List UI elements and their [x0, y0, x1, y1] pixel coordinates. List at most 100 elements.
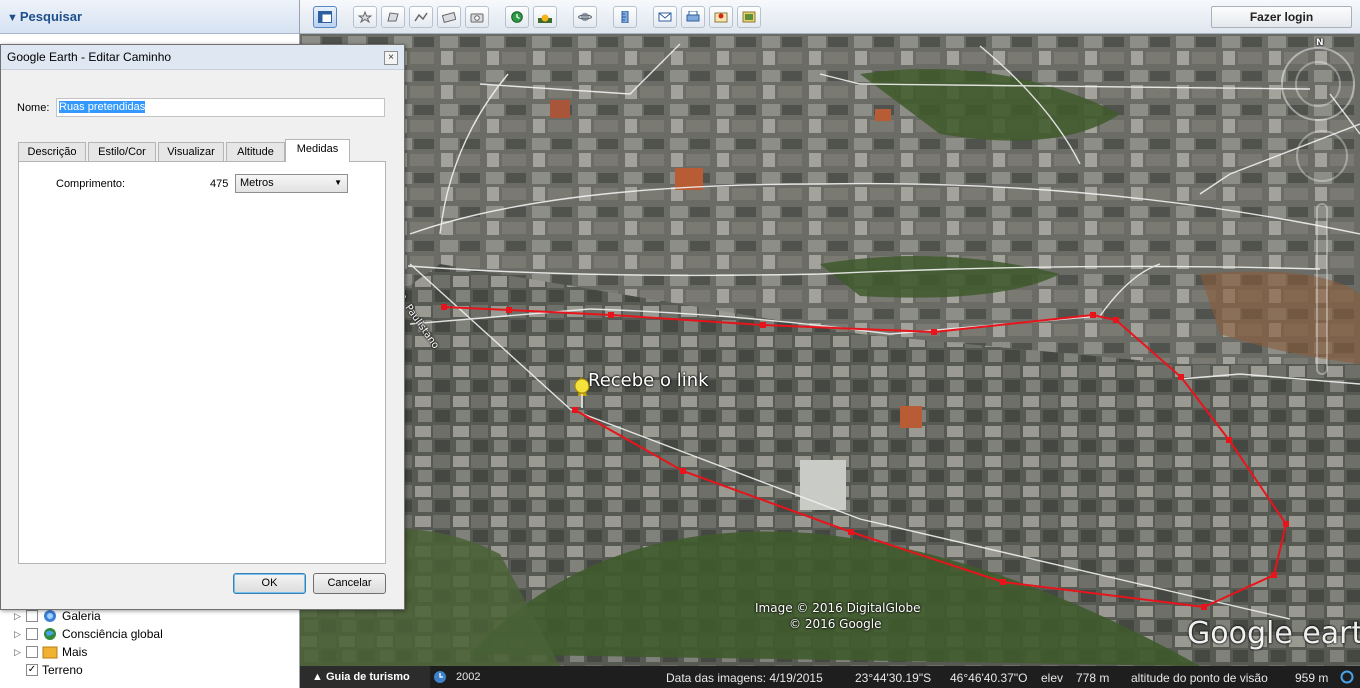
edit-path-dialog: Google Earth - Editar Caminho × Nome: Ru…	[0, 44, 405, 610]
path-vertex[interactable]	[680, 468, 686, 474]
placemark-icon	[358, 11, 372, 23]
imagery-attribution: Image © 2016 DigitalGlobe	[755, 601, 921, 615]
sun-icon	[538, 14, 552, 23]
polygon-icon	[387, 12, 399, 22]
path-vertex[interactable]	[572, 407, 578, 413]
path-vertex[interactable]	[760, 322, 766, 328]
gallery-icon	[44, 610, 56, 622]
layer-row-more[interactable]: ▷ Mais	[14, 643, 87, 661]
close-button[interactable]: ×	[384, 51, 398, 65]
elevation-label: elev	[1041, 671, 1064, 685]
tour-guide-label: Guia de turismo	[325, 671, 410, 683]
latitude: 23°44'30.19"S	[855, 671, 932, 685]
path-vertex[interactable]	[506, 307, 512, 313]
name-label: Nome:	[17, 102, 50, 114]
path-vertex[interactable]	[1178, 374, 1184, 380]
dialog-title: Google Earth - Editar Caminho	[7, 50, 172, 64]
email-button[interactable]	[653, 6, 677, 28]
expand-icon[interactable]: ▷	[14, 629, 26, 640]
expand-icon[interactable]: ▷	[14, 647, 26, 658]
printer-icon	[686, 11, 700, 22]
layer-checkbox[interactable]	[26, 628, 38, 640]
google-earth-logo: Google earth	[1187, 616, 1360, 651]
collapse-triangle-icon[interactable]: ▼	[7, 12, 18, 24]
measurements-panel: Comprimento: 475 Metros ▼	[18, 161, 386, 564]
image-date: Data das imagens: 4/19/2015	[666, 671, 823, 685]
length-value: 475	[210, 178, 229, 190]
add-image-overlay-button[interactable]	[437, 6, 461, 28]
tab-view[interactable]: Visualizar	[158, 142, 224, 161]
sidebar-toggle-button[interactable]	[313, 6, 337, 28]
path-vertex[interactable]	[441, 304, 447, 310]
tab-altitude[interactable]: Altitude	[226, 142, 285, 161]
map-view[interactable]: N Recebe o link R. Paulistano Image © 20…	[300, 34, 1360, 666]
path-vertex[interactable]	[1226, 437, 1232, 443]
login-button[interactable]: Fazer login	[1211, 6, 1352, 28]
compass-north-label: N	[1316, 38, 1324, 48]
toolbar: Fazer login	[300, 0, 1360, 34]
tab-measurements[interactable]: Medidas	[285, 139, 350, 162]
chevron-down-icon: ▼	[334, 178, 342, 187]
layer-checkbox[interactable]	[26, 610, 38, 622]
path-vertex[interactable]	[1283, 521, 1289, 527]
search-panel-header[interactable]: ▼ Pesquisar	[0, 0, 299, 34]
layer-checkbox[interactable]	[26, 646, 38, 658]
path-vertex[interactable]	[1090, 312, 1096, 318]
view-in-maps-button[interactable]	[709, 6, 733, 28]
status-bar: ▲ Guia de turismo 2002 Data das imagens:…	[300, 666, 1360, 688]
path-vertex[interactable]	[1000, 579, 1006, 585]
path-vertex[interactable]	[1271, 572, 1277, 578]
unit-select[interactable]: Metros ▼	[235, 174, 348, 193]
search-title: Pesquisar	[19, 9, 83, 24]
path-vertex[interactable]	[608, 312, 614, 318]
historical-imagery-button[interactable]	[505, 6, 529, 28]
camera-icon	[470, 13, 484, 23]
name-input-value: Ruas pretendidas	[59, 101, 146, 113]
envelope-icon	[658, 12, 672, 22]
add-polygon-button[interactable]	[381, 6, 405, 28]
layer-checkbox-checked[interactable]: ✓	[26, 664, 38, 676]
chevron-up-icon: ▲	[312, 671, 326, 683]
clock-icon	[511, 11, 523, 23]
path-vertex[interactable]	[931, 329, 937, 335]
close-icon: ×	[388, 52, 394, 63]
layer-row-terrain[interactable]: ✓ Terreno	[14, 661, 83, 679]
dialog-titlebar[interactable]: Google Earth - Editar Caminho ×	[1, 45, 404, 70]
print-button[interactable]	[681, 6, 705, 28]
sunlight-button[interactable]	[533, 6, 557, 28]
layer-label: Mais	[62, 645, 88, 659]
path-vertex[interactable]	[1201, 604, 1207, 610]
historical-year[interactable]: 2002	[456, 671, 480, 683]
layer-label: Galeria	[62, 609, 101, 623]
save-image-button[interactable]	[737, 6, 761, 28]
switch-to-sky-button[interactable]	[573, 6, 597, 28]
longitude: 46°46'40.37"O	[950, 671, 1028, 685]
elevation-value: 778 m	[1076, 671, 1110, 685]
image-overlay-icon	[442, 11, 456, 23]
add-path-button[interactable]	[409, 6, 433, 28]
copyright-attribution: © 2016 Google	[789, 617, 882, 631]
placemark-label[interactable]: Recebe o link	[588, 370, 709, 391]
clock-icon	[434, 671, 446, 683]
path-vertex[interactable]	[1113, 317, 1119, 323]
ok-button[interactable]: OK	[233, 573, 306, 594]
path-vertex[interactable]	[848, 529, 854, 535]
name-input[interactable]: Ruas pretendidas	[56, 98, 385, 117]
folder-icon	[42, 646, 58, 659]
planet-icon	[578, 12, 592, 22]
layer-label: Terreno	[42, 663, 83, 677]
tour-guide-button[interactable]: ▲ Guia de turismo	[300, 666, 430, 688]
sidebar-layout-icon	[318, 11, 332, 23]
ruler-button[interactable]	[613, 6, 637, 28]
path-icon	[414, 12, 428, 22]
ruler-icon	[621, 11, 629, 23]
tab-description[interactable]: Descrição	[18, 142, 86, 161]
eye-altitude-label: altitude do ponto de visão	[1131, 671, 1268, 685]
record-tour-button[interactable]	[465, 6, 489, 28]
cancel-button[interactable]: Cancelar	[313, 573, 386, 594]
expand-icon[interactable]: ▷	[14, 611, 26, 622]
layer-row-global-awareness[interactable]: ▷ Consciência global	[14, 625, 163, 643]
add-placemark-button[interactable]	[353, 6, 377, 28]
tab-style-color[interactable]: Estilo/Cor	[88, 142, 156, 161]
unit-select-value: Metros	[240, 177, 274, 189]
